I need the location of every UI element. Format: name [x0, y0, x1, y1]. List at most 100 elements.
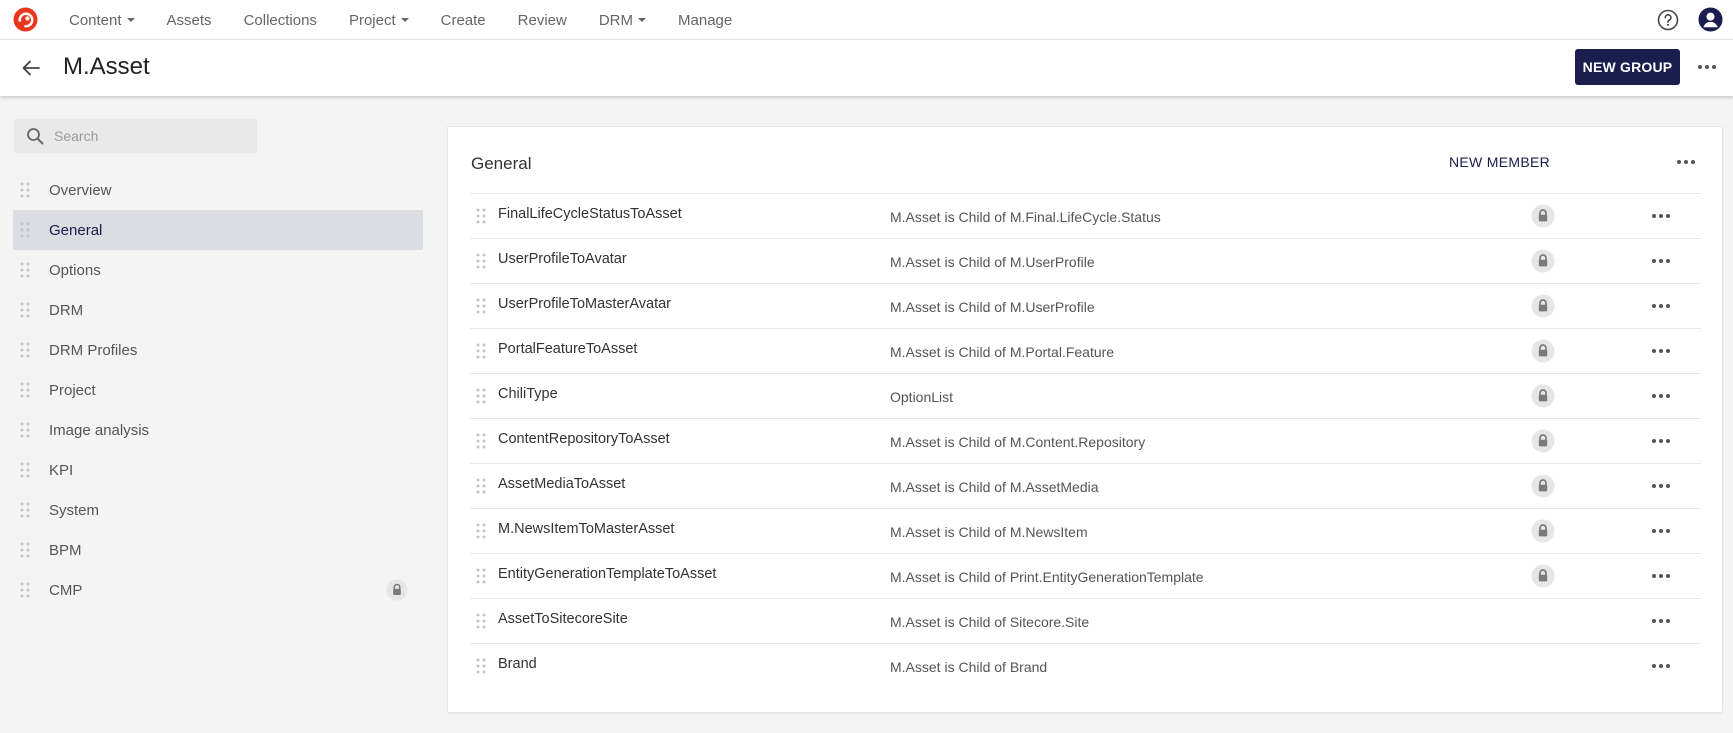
user-avatar-icon[interactable]: [1698, 7, 1723, 32]
drag-handle-icon[interactable]: [476, 388, 486, 404]
drag-handle-icon[interactable]: [20, 262, 30, 278]
lock-icon: [1531, 294, 1555, 318]
more-options-icon[interactable]: [1650, 252, 1672, 270]
more-options-icon[interactable]: [1650, 522, 1672, 540]
member-row[interactable]: ContentRepositoryToAsset M.Asset is Child…: [470, 418, 1701, 463]
lock-icon: [1531, 519, 1555, 543]
search-input[interactable]: [52, 119, 252, 153]
member-name: EntityGenerationTemplateToAsset: [498, 566, 717, 582]
new-group-button[interactable]: NEW GROUP: [1575, 49, 1680, 85]
sidebar-item-label: System: [49, 501, 100, 519]
member-row[interactable]: UserProfileToAvatar M.Asset is Child of M…: [470, 238, 1701, 283]
sidebar-item-drm-profiles[interactable]: DRM Profiles: [13, 330, 423, 370]
sitecore-logo-icon[interactable]: [13, 7, 38, 32]
nav-item-collections[interactable]: Collections: [244, 12, 317, 29]
caret-down-icon: [126, 18, 135, 22]
more-options-icon[interactable]: [1650, 387, 1672, 405]
member-name: Brand: [498, 656, 537, 672]
member-name: FinalLifeCycleStatusToAsset: [498, 206, 682, 222]
member-description: M.Asset is Child of M.Content.Repository: [890, 434, 1146, 450]
sidebar-item-label: Overview: [49, 181, 112, 199]
nav-item-assets[interactable]: Assets: [167, 12, 212, 29]
new-member-button[interactable]: NEW MEMBER: [1449, 149, 1550, 175]
more-options-icon[interactable]: [1650, 342, 1672, 360]
member-row[interactable]: AssetToSitecoreSite M.Asset is Child of S…: [470, 598, 1701, 643]
drag-handle-icon[interactable]: [20, 302, 30, 318]
sidebar-item-options[interactable]: Options: [13, 250, 423, 290]
nav-item-label: Review: [517, 11, 567, 29]
page-title: M.Asset: [63, 53, 150, 80]
nav-item-create[interactable]: Create: [441, 12, 486, 29]
more-options-icon[interactable]: [1650, 297, 1672, 315]
member-row[interactable]: ChiliType OptionList: [470, 373, 1701, 418]
sidebar-item-system[interactable]: System: [13, 490, 423, 530]
member-row[interactable]: UserProfileToMasterAvatar M.Asset is Chil…: [470, 283, 1701, 328]
sidebar-item-kpi[interactable]: KPI: [13, 450, 423, 490]
drag-handle-icon[interactable]: [20, 422, 30, 438]
member-row[interactable]: AssetMediaToAsset M.Asset is Child of M.A…: [470, 463, 1701, 508]
member-row[interactable]: M.NewsItemToMasterAsset M.Asset is Child …: [470, 508, 1701, 553]
drag-handle-icon[interactable]: [476, 523, 486, 539]
drag-handle-icon[interactable]: [20, 222, 30, 238]
more-options-icon[interactable]: [1650, 657, 1672, 675]
drag-handle-icon[interactable]: [476, 478, 486, 494]
drag-handle-icon[interactable]: [20, 182, 30, 198]
sidebar-item-bpm[interactable]: BPM: [13, 530, 423, 570]
sidebar-item-drm[interactable]: DRM: [13, 290, 423, 330]
drag-handle-icon[interactable]: [476, 658, 486, 674]
sidebar-item-general[interactable]: General: [13, 210, 423, 250]
lock-icon: [386, 579, 408, 601]
more-options-icon[interactable]: [1675, 153, 1697, 171]
drag-handle-icon[interactable]: [476, 253, 486, 269]
lock-icon: [1531, 249, 1555, 273]
sidebar-item-cmp[interactable]: CMP: [13, 570, 423, 610]
nav-item-project[interactable]: Project: [349, 12, 409, 29]
caret-down-icon: [400, 18, 409, 22]
drag-handle-icon[interactable]: [476, 568, 486, 584]
drag-handle-icon[interactable]: [20, 542, 30, 558]
more-options-icon[interactable]: [1650, 612, 1672, 630]
member-row[interactable]: FinalLifeCycleStatusToAsset M.Asset is Ch…: [470, 193, 1701, 238]
more-options-icon[interactable]: [1650, 432, 1672, 450]
member-row[interactable]: Brand M.Asset is Child of Brand: [470, 643, 1701, 688]
sidebar-item-overview[interactable]: Overview: [13, 170, 423, 210]
sidebar-item-label: DRM Profiles: [49, 341, 138, 359]
drag-handle-icon[interactable]: [20, 382, 30, 398]
sidebar-item-label: DRM: [49, 301, 84, 319]
nav-item-drm[interactable]: DRM: [599, 12, 647, 29]
more-options-icon[interactable]: [1650, 207, 1672, 225]
drag-handle-icon[interactable]: [20, 342, 30, 358]
sidebar-item-label: Options: [49, 261, 101, 279]
member-name: UserProfileToAvatar: [498, 251, 627, 267]
sidebar-item-label: KPI: [49, 461, 74, 479]
sidebar-item-image-analysis[interactable]: Image analysis: [13, 410, 423, 450]
member-row[interactable]: PortalFeatureToAsset M.Asset is Child of …: [470, 328, 1701, 373]
drag-handle-icon[interactable]: [476, 433, 486, 449]
back-arrow-icon[interactable]: [20, 57, 42, 79]
top-navigation-bar: Content Assets Collections Project Create Rev…: [0, 0, 1733, 40]
member-name: M.NewsItemToMasterAsset: [498, 521, 675, 537]
drag-handle-icon[interactable]: [476, 298, 486, 314]
drag-handle-icon[interactable]: [476, 208, 486, 224]
member-description: M.Asset is Child of Print.EntityGenerati…: [890, 569, 1204, 585]
sidebar-item-label: BPM: [49, 541, 82, 559]
more-options-icon[interactable]: [1695, 57, 1719, 77]
drag-handle-icon[interactable]: [476, 613, 486, 629]
nav-item-label: Project: [348, 11, 396, 29]
nav-item-content[interactable]: Content: [69, 12, 135, 29]
nav-item-manage[interactable]: Manage: [678, 12, 732, 29]
nav-item-review[interactable]: Review: [518, 12, 567, 29]
drag-handle-icon[interactable]: [20, 582, 30, 598]
help-icon[interactable]: [1657, 9, 1679, 31]
sidebar-item-project[interactable]: Project: [13, 370, 423, 410]
drag-handle-icon[interactable]: [476, 343, 486, 359]
more-options-icon[interactable]: [1650, 567, 1672, 585]
drag-handle-icon[interactable]: [20, 502, 30, 518]
drag-handle-icon[interactable]: [20, 462, 30, 478]
more-options-icon[interactable]: [1650, 477, 1672, 495]
member-description: M.Asset is Child of Sitecore.Site: [890, 614, 1090, 630]
member-row[interactable]: EntityGenerationTemplateToAsset M.Asset i…: [470, 553, 1701, 598]
sidebar: Overview General Options DRM DRM Profiles Pro…: [0, 96, 430, 733]
member-description: OptionList: [890, 389, 954, 405]
member-name: AssetMediaToAsset: [498, 476, 626, 492]
